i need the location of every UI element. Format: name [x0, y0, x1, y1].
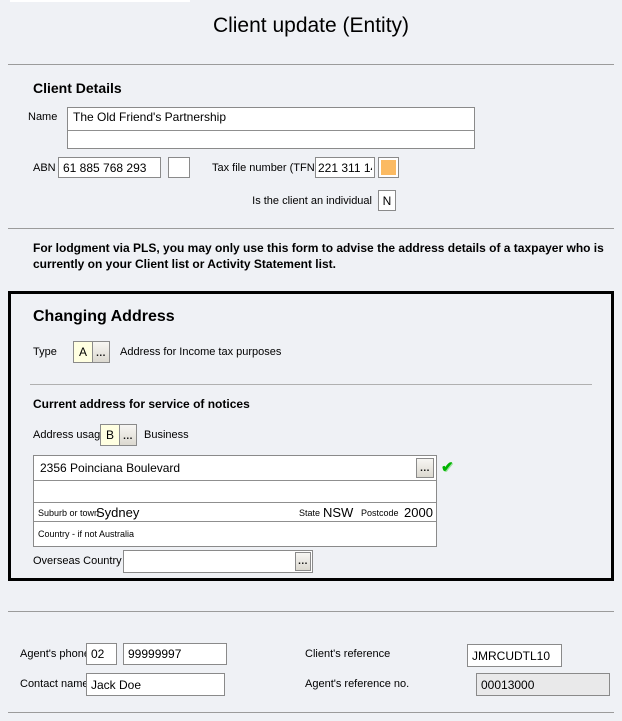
divider-top [8, 64, 614, 65]
address-usage-label: Address usage [33, 429, 106, 441]
suburb-state-postcode-row[interactable]: Suburb or town Sydney State NSW Postcode… [34, 503, 436, 522]
agent-phone-label: Agent's phone [20, 648, 90, 660]
individual-field[interactable] [378, 190, 396, 211]
contact-name-label: Contact name [20, 678, 88, 690]
changing-address-heading: Changing Address [33, 308, 175, 326]
current-address-heading: Current address for service of notices [33, 397, 250, 411]
suburb-label: Suburb or town [38, 508, 99, 518]
street-browse-button[interactable]: ... [416, 458, 434, 478]
agent-phone-number-field[interactable] [123, 643, 227, 665]
address-type-label: Type [33, 346, 57, 358]
divider-pls [8, 228, 614, 229]
divider-agent [8, 611, 614, 612]
window-edge-artifact [10, 0, 190, 2]
postcode-value[interactable]: 2000 [404, 505, 433, 520]
client-reference-field[interactable] [467, 644, 562, 667]
tfn-label: Tax file number (TFN) [212, 162, 318, 174]
postcode-label: Postcode [361, 508, 399, 518]
tfn-status-indicator [378, 157, 399, 178]
address-usage-browse-button[interactable]: ... [120, 424, 137, 446]
client-details-heading: Client Details [33, 80, 122, 96]
country-row[interactable]: Country - if not Australia [34, 522, 436, 545]
address-usage-description: Business [144, 429, 189, 441]
contact-name-field[interactable] [86, 673, 225, 696]
agent-reference-label: Agent's reference no. [305, 678, 409, 690]
agent-reference-field[interactable] [476, 673, 610, 696]
individual-label: Is the client an individual [180, 195, 372, 207]
pls-notice-line1: For lodgment via PLS, you may only use t… [33, 241, 604, 255]
state-label: State [299, 508, 320, 518]
name-label: Name [28, 111, 57, 123]
address-valid-check-icon: ✔ [441, 458, 454, 476]
address-type-code-field[interactable]: A [73, 341, 93, 363]
agent-phone-area-field[interactable] [86, 643, 117, 665]
name-field[interactable]: The Old Friend's Partnership [67, 107, 475, 149]
street-field[interactable]: 2356 Poinciana Boulevard [40, 461, 180, 475]
state-value[interactable]: NSW [323, 505, 353, 520]
overseas-country-label: Overseas Country [33, 555, 122, 567]
overseas-country-browse-button[interactable]: ... [295, 552, 311, 571]
street-row[interactable]: 2356 Poinciana Boulevard ... [34, 456, 436, 481]
pls-notice-line2: currently on your Client list or Activit… [33, 257, 336, 271]
client-reference-label: Client's reference [305, 648, 390, 660]
name-field-line1[interactable]: The Old Friend's Partnership [68, 108, 474, 131]
panel-divider [30, 384, 592, 385]
divider-bottom [8, 712, 614, 713]
overseas-country-field[interactable]: ... [123, 550, 313, 573]
name-field-line2[interactable] [68, 131, 474, 152]
address-type-browse-button[interactable]: ... [93, 341, 110, 363]
tfn-field[interactable] [315, 157, 375, 178]
suburb-value[interactable]: Sydney [96, 505, 139, 520]
address-type-description: Address for Income tax purposes [120, 346, 281, 358]
abn-suffix-field[interactable] [168, 157, 190, 178]
address-grid: 2356 Poinciana Boulevard ... Suburb or t… [33, 455, 437, 547]
client-update-form: Client update (Entity) Client Details Na… [0, 0, 622, 721]
page-title: Client update (Entity) [0, 14, 622, 38]
address-usage-code-field[interactable]: B [100, 424, 120, 446]
abn-label: ABN [33, 162, 56, 174]
abn-field[interactable] [58, 157, 161, 178]
country-label: Country - if not Australia [38, 529, 134, 539]
street-row-2[interactable] [34, 481, 436, 503]
